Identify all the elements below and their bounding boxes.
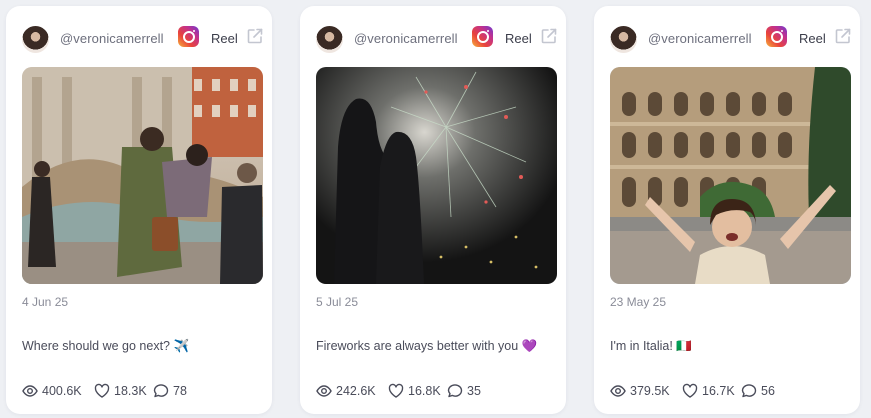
post-card[interactable]: @veronicamerrell Reel (300, 6, 566, 414)
post-date: 23 May 25 (610, 295, 667, 309)
likes-count: 16.7K (702, 384, 735, 398)
post-type-label: Reel (799, 31, 826, 46)
account-handle[interactable]: @veronicamerrell (60, 31, 164, 46)
post-type-label: Reel (505, 31, 532, 46)
avatar[interactable] (22, 26, 49, 53)
external-link-icon[interactable] (540, 27, 558, 45)
account-handle[interactable]: @veronicamerrell (354, 31, 458, 46)
post-card[interactable]: @veronicamerrell Reel (6, 6, 272, 414)
comments-count: 56 (761, 384, 775, 398)
heart-icon (388, 383, 404, 398)
likes-count: 16.8K (408, 384, 441, 398)
post-type-label: Reel (211, 31, 238, 46)
comments-count: 35 (467, 384, 481, 398)
post-thumbnail[interactable] (610, 67, 851, 284)
likes-count: 18.3K (114, 384, 147, 398)
heart-icon (682, 383, 698, 398)
comment-icon (741, 384, 757, 398)
post-caption: Fireworks are always better with you 💜 (316, 339, 538, 353)
external-link-icon[interactable] (834, 27, 852, 45)
post-header: @veronicamerrell Reel (22, 23, 263, 59)
comment-icon (447, 384, 463, 398)
comments-count: 78 (173, 384, 187, 398)
post-thumbnail[interactable] (22, 67, 263, 284)
post-header: @veronicamerrell Reel (610, 23, 851, 59)
avatar[interactable] (316, 26, 343, 53)
external-link-icon[interactable] (246, 27, 264, 45)
account-handle[interactable]: @veronicamerrell (648, 31, 752, 46)
views-count: 400.6K (42, 384, 82, 398)
heart-icon (94, 383, 110, 398)
post-date: 5 Jul 25 (316, 295, 359, 309)
avatar[interactable] (610, 26, 637, 53)
eye-icon (22, 385, 38, 397)
post-caption: I'm in Italia! 🇮🇹 (610, 339, 692, 353)
instagram-icon (472, 26, 493, 47)
post-header: @veronicamerrell Reel (316, 23, 557, 59)
post-caption: Where should we go next? ✈️ (22, 339, 190, 353)
post-thumbnail[interactable] (316, 67, 557, 284)
eye-icon (610, 385, 626, 397)
views-count: 242.6K (336, 384, 376, 398)
comment-icon (153, 384, 169, 398)
post-date: 4 Jun 25 (22, 295, 69, 309)
eye-icon (316, 385, 332, 397)
post-card[interactable]: @veronicamerrell Reel (594, 6, 860, 414)
instagram-icon (178, 26, 199, 47)
instagram-icon (766, 26, 787, 47)
views-count: 379.5K (630, 384, 670, 398)
